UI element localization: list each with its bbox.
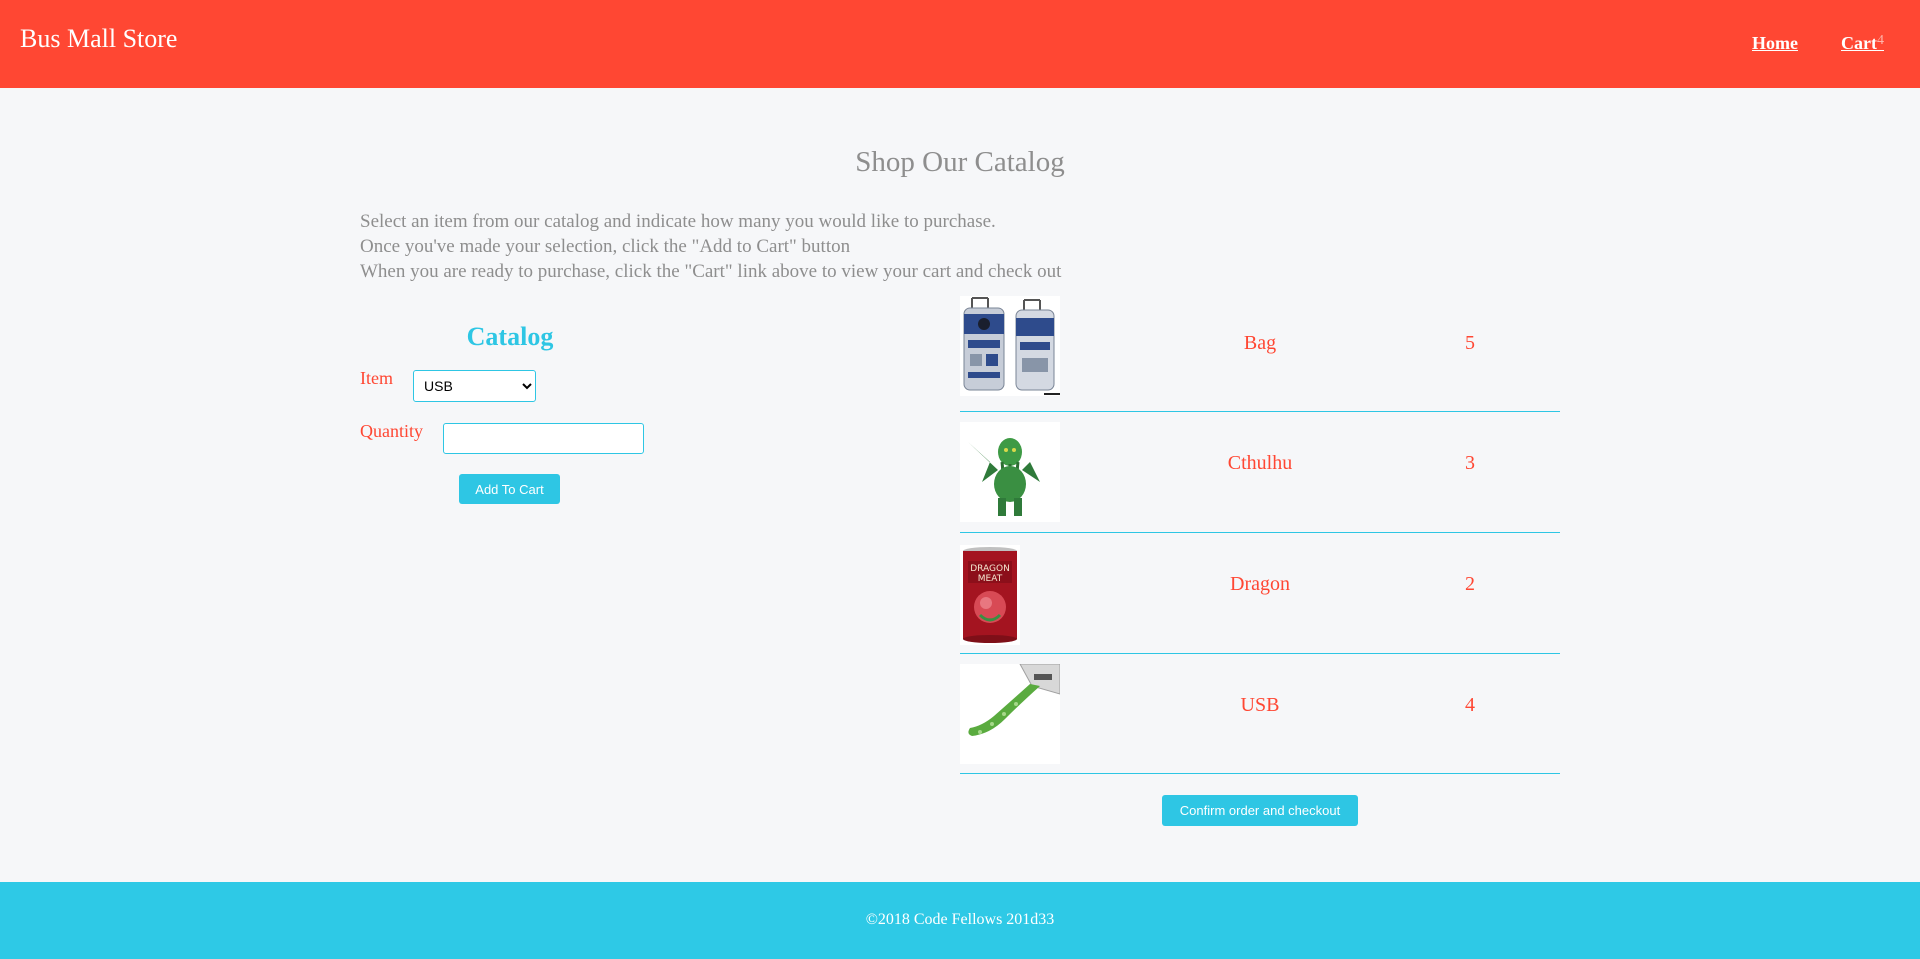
cart-item-name: USB bbox=[1240, 694, 1280, 716]
instruction-line: When you are ready to purchase, click th… bbox=[360, 261, 1062, 282]
item-label: Item bbox=[360, 368, 393, 388]
copyright-text: ©2018 Code Fellows 201d33 bbox=[865, 911, 1055, 928]
cart-count-badge: 4 bbox=[1876, 33, 1884, 48]
svg-text:MEAT: MEAT bbox=[978, 574, 1003, 584]
site-header: Bus Mall Store Home Cart4 bbox=[0, 0, 1920, 88]
cart-item-quantity: 3 bbox=[1465, 452, 1475, 474]
brand-title: Bus Mall Store bbox=[20, 24, 178, 53]
cart-row: Bag 5 bbox=[960, 292, 1560, 412]
quantity-label: Quantity bbox=[360, 421, 423, 441]
cart-table: Bag 5 Cthulhu 3 DRAGON MEAT Dragon 2 USB… bbox=[960, 292, 1560, 774]
tentacle-usb-image bbox=[960, 663, 1061, 764]
cart-row: USB 4 bbox=[960, 654, 1560, 774]
instructions: Select an item from our catalog and indi… bbox=[360, 209, 1061, 284]
cart-row: DRAGON MEAT Dragon 2 bbox=[960, 533, 1560, 654]
cart-row: Cthulhu 3 bbox=[960, 412, 1560, 533]
cart-item-quantity: 5 bbox=[1465, 332, 1475, 354]
r2d2-luggage-image bbox=[960, 296, 1060, 396]
cart-item-quantity: 2 bbox=[1465, 573, 1475, 595]
nav-cart-label: Cart bbox=[1841, 33, 1877, 53]
cart-item-quantity: 4 bbox=[1465, 694, 1475, 716]
cart-item-name: Dragon bbox=[1230, 573, 1290, 595]
nav-cart-link[interactable]: Cart4 bbox=[1841, 33, 1884, 54]
confirm-checkout-button[interactable]: Confirm order and checkout bbox=[1162, 795, 1358, 826]
svg-text:DRAGON: DRAGON bbox=[970, 564, 1010, 574]
cart-item-name: Bag bbox=[1243, 332, 1277, 354]
cthulhu-figure-image bbox=[960, 422, 1060, 522]
nav-home-link[interactable]: Home bbox=[1752, 33, 1798, 54]
dragon-meat-can-image: DRAGON MEAT bbox=[960, 545, 1020, 645]
instruction-line: Select an item from our catalog and indi… bbox=[360, 211, 996, 232]
quantity-input[interactable] bbox=[443, 423, 644, 454]
instruction-line: Once you've made your selection, click t… bbox=[360, 236, 851, 257]
catalog-heading: Catalog bbox=[466, 322, 554, 351]
item-select[interactable]: USB bbox=[413, 370, 536, 402]
cart-item-name: Cthulhu bbox=[1227, 452, 1293, 474]
add-to-cart-button[interactable]: Add To Cart bbox=[459, 474, 560, 504]
site-footer: ©2018 Code Fellows 201d33 bbox=[0, 882, 1920, 959]
page-title: Shop Our Catalog bbox=[855, 146, 1065, 178]
